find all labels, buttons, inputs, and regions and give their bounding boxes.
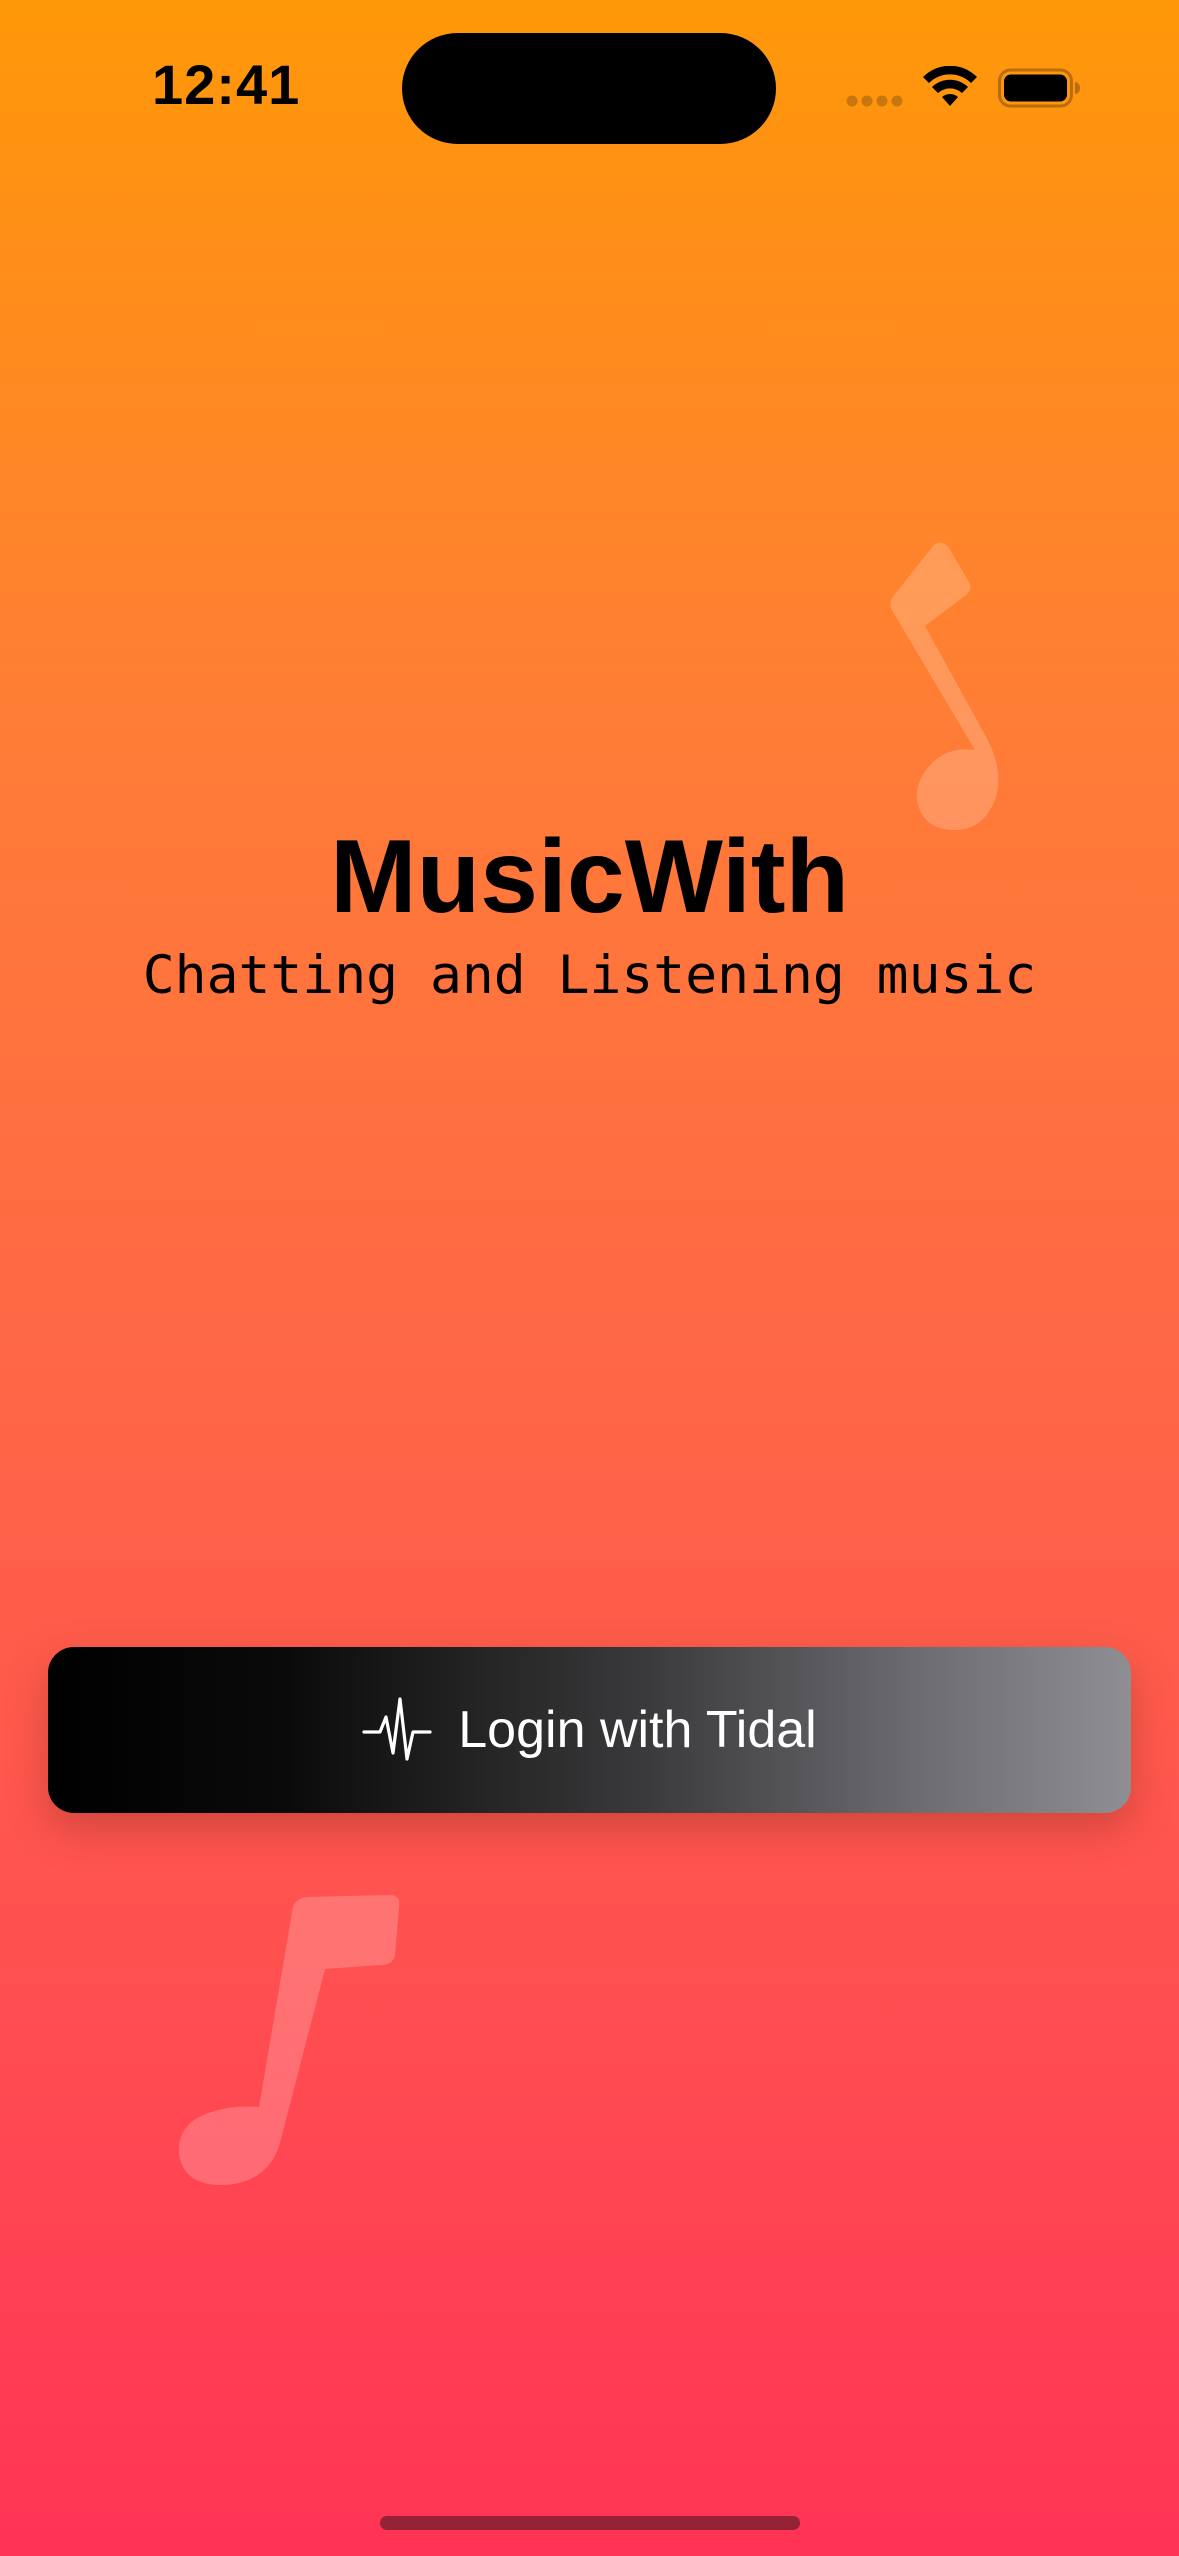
login-with-tidal-button[interactable]: Login with Tidal [48,1647,1131,1813]
status-time: 12:41 [152,53,301,116]
login-button-label: Login with Tidal [458,1701,817,1759]
app-title: MusicWith [329,819,850,935]
waveform-pulse-icon [362,1697,432,1761]
cellular-signal-icon [846,95,903,107]
login-screen: 12:41 MusicWith Chatting and Listening m… [0,0,1179,2556]
home-indicator[interactable] [380,2516,800,2530]
music-note-icon [178,1895,400,2185]
wifi-icon [923,66,977,106]
battery-icon [998,68,1080,108]
app-subtitle: Chatting and Listening music [142,945,1037,1006]
dynamic-island [402,33,776,144]
